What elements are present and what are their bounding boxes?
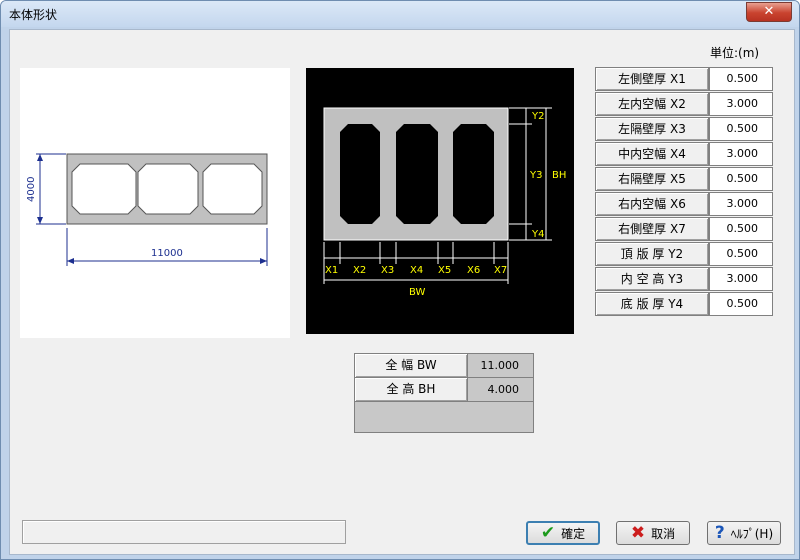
window-title: 本体形状	[9, 8, 58, 22]
param-row-x4: 中内空幅 X4 3.000	[595, 142, 773, 166]
param-value: 0.500	[726, 222, 759, 235]
param-row-y4: 底 版 厚 Y4 0.500	[595, 292, 773, 316]
help-button-label: ﾍﾙﾌﾟ(H)	[730, 526, 774, 541]
schematic-drawing: Y2 Y3 BH Y4 X1 X2 X3 X4 X5 X6 X7 BW	[323, 107, 566, 298]
ok-button-label: 確定	[561, 526, 586, 541]
total-row-bh: 全 高 BH 4.000	[355, 378, 533, 402]
label-x6: X6	[467, 265, 480, 276]
total-value-text: 4.000	[487, 383, 520, 396]
total-label: 全 高 BH	[355, 378, 468, 402]
param-label: 内 空 高 Y3	[595, 267, 709, 291]
label-x5: X5	[438, 265, 451, 276]
param-row-x7: 右側壁厚 X7 0.500	[595, 217, 773, 241]
param-value: 3.000	[726, 197, 759, 210]
totals-grid: 全 幅 BW 11.000 全 高 BH 4.000	[354, 353, 534, 433]
dialog-body: 単位:(m) 4000 11000 Y2 Y3 BH Y4 X1 X2 X3 X…	[9, 29, 795, 555]
param-value-input[interactable]: 0.500	[709, 117, 773, 141]
ok-button[interactable]: ✔ 確定	[526, 521, 600, 545]
label-x1: X1	[325, 265, 338, 276]
param-label: 底 版 厚 Y4	[595, 292, 709, 316]
param-value: 0.500	[726, 72, 759, 85]
total-label: 全 幅 BW	[355, 354, 468, 378]
title-bar: 本体形状 ✕	[1, 1, 799, 27]
label-x3: X3	[381, 265, 394, 276]
param-row-x1: 左側壁厚 X1 0.500	[595, 67, 773, 91]
param-value-input[interactable]: 0.500	[709, 217, 773, 241]
param-value-input[interactable]: 0.500	[709, 242, 773, 266]
param-value-input[interactable]: 0.500	[709, 67, 773, 91]
param-value-input[interactable]: 3.000	[709, 142, 773, 166]
label-y2: Y2	[531, 111, 544, 122]
param-label: 左隔壁厚 X3	[595, 117, 709, 141]
label-bw: BW	[409, 287, 426, 298]
param-row-y3: 内 空 高 Y3 3.000	[595, 267, 773, 291]
label-x7: X7	[494, 265, 507, 276]
param-label: 左内空幅 X2	[595, 92, 709, 116]
param-value: 0.500	[726, 172, 759, 185]
param-value-input[interactable]: 3.000	[709, 267, 773, 291]
cancel-button-label: 取消	[651, 526, 676, 541]
label-x2: X2	[353, 265, 366, 276]
param-label: 右隔壁厚 X5	[595, 167, 709, 191]
param-label: 右内空幅 X6	[595, 192, 709, 216]
param-row-x3: 左隔壁厚 X3 0.500	[595, 117, 773, 141]
param-value-input[interactable]: 3.000	[709, 92, 773, 116]
param-value: 0.500	[726, 297, 759, 310]
label-y4: Y4	[531, 229, 544, 240]
cancel-button[interactable]: ✖ 取消	[616, 521, 690, 545]
param-row-y2: 頂 版 厚 Y2 0.500	[595, 242, 773, 266]
close-button[interactable]: ✕	[746, 2, 792, 22]
param-value: 3.000	[726, 97, 759, 110]
total-value: 11.000	[468, 354, 533, 378]
checkmark-icon: ✔	[540, 523, 556, 543]
label-bh: BH	[552, 170, 566, 181]
total-value: 4.000	[468, 378, 533, 402]
unit-label: 単位:(m)	[710, 46, 760, 60]
param-value: 0.500	[726, 122, 759, 135]
param-label: 左側壁厚 X1	[595, 67, 709, 91]
help-button[interactable]: ? ﾍﾙﾌﾟ(H)	[707, 521, 781, 545]
param-label: 中内空幅 X4	[595, 142, 709, 166]
schematic-panel: Y2 Y3 BH Y4 X1 X2 X3 X4 X5 X6 X7 BW	[306, 68, 574, 334]
dialog-window: 本体形状 ✕ 単位:(m) 4000 11000 Y2 Y3 BH Y4 X1 …	[0, 0, 800, 560]
param-label: 頂 版 厚 Y2	[595, 242, 709, 266]
total-value-text: 11.000	[480, 359, 520, 372]
param-row-x6: 右内空幅 X6 3.000	[595, 192, 773, 216]
param-label: 右側壁厚 X7	[595, 217, 709, 241]
status-message-field	[22, 520, 346, 544]
label-y3: Y3	[529, 170, 542, 181]
param-value: 3.000	[726, 147, 759, 160]
param-value: 0.500	[726, 247, 759, 260]
help-question-icon: ?	[714, 523, 725, 543]
param-value: 3.000	[726, 272, 759, 285]
section-preview: 4000 11000	[20, 68, 290, 338]
preview-height-label: 4000	[26, 177, 37, 202]
section-preview-drawing: 4000 11000	[26, 153, 268, 266]
param-row-x5: 右隔壁厚 X5 0.500	[595, 167, 773, 191]
label-x4: X4	[410, 265, 423, 276]
param-value-input[interactable]: 0.500	[709, 167, 773, 191]
param-value-input[interactable]: 3.000	[709, 192, 773, 216]
total-row-bw: 全 幅 BW 11.000	[355, 354, 533, 378]
preview-width-label: 11000	[151, 248, 183, 259]
cancel-x-icon: ✖	[630, 523, 646, 543]
param-value-input[interactable]: 0.500	[709, 292, 773, 316]
param-row-x2: 左内空幅 X2 3.000	[595, 92, 773, 116]
